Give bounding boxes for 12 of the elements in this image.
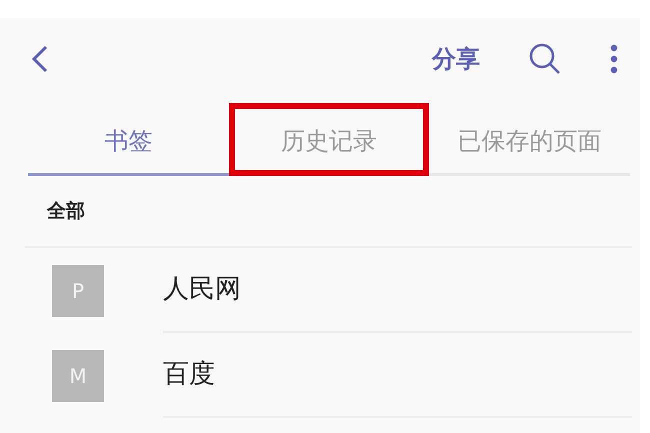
- more-menu-icon[interactable]: [610, 44, 618, 74]
- tab[interactable]: 历史记录: [228, 103, 430, 176]
- section-title: 全部: [47, 198, 85, 224]
- search-icon[interactable]: [528, 42, 562, 76]
- site-letter-icon: P: [52, 264, 104, 316]
- tab[interactable]: 书签: [28, 123, 229, 176]
- share-button[interactable]: 分享: [432, 41, 480, 77]
- bookmark-title[interactable]: 人民网: [163, 270, 241, 309]
- back-icon[interactable]: [30, 44, 50, 74]
- site-letter-icon: M: [52, 350, 104, 402]
- bookmark-title[interactable]: 百度: [163, 355, 215, 394]
- tab[interactable]: 已保存的页面: [429, 123, 630, 176]
